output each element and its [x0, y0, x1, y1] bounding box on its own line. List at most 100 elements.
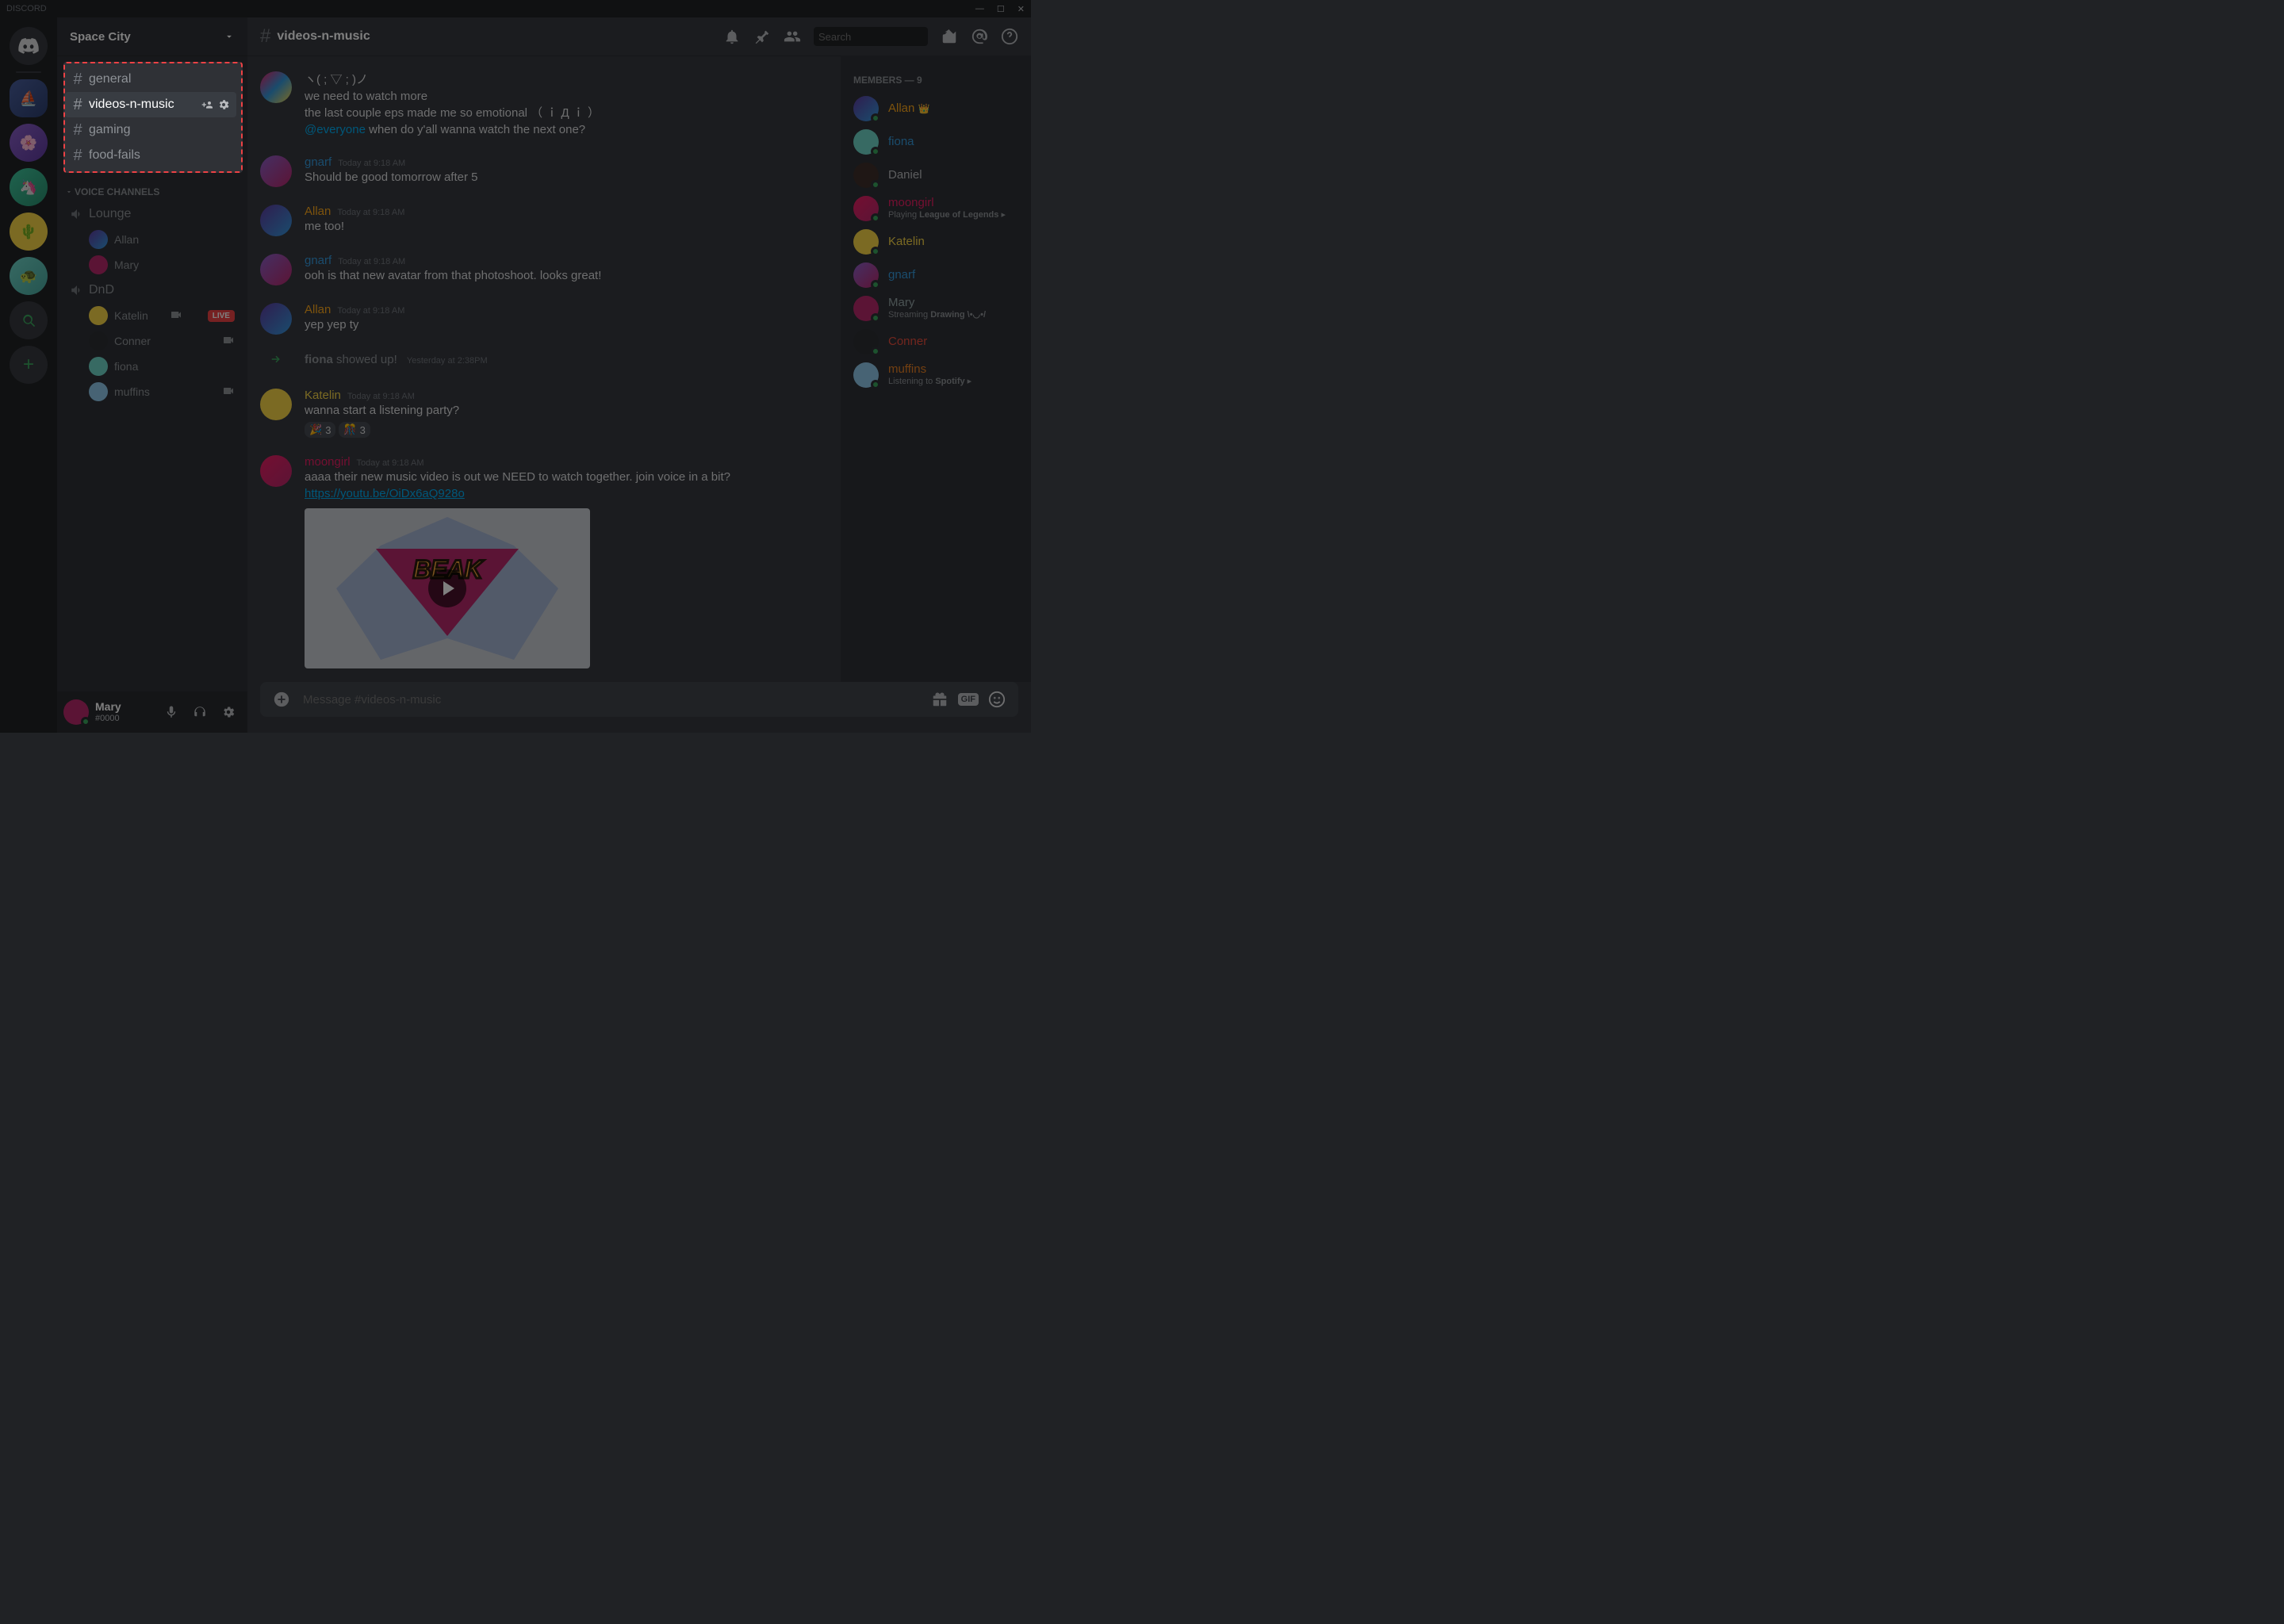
voice-user[interactable]: fiona: [63, 354, 241, 379]
user-settings-button[interactable]: [216, 699, 241, 725]
channel-videos-n-music[interactable]: # videos-n-music: [65, 92, 236, 117]
message-author[interactable]: Allan: [305, 205, 331, 218]
message-input[interactable]: [303, 693, 918, 707]
avatar[interactable]: [260, 303, 292, 335]
maximize-icon[interactable]: ☐: [997, 4, 1005, 14]
play-button-icon[interactable]: [428, 569, 466, 607]
voice-user[interactable]: KatelinLIVE: [63, 303, 241, 328]
channel-gaming[interactable]: # gaming: [65, 117, 236, 143]
server-icon[interactable]: 🌸: [10, 124, 48, 162]
voice-channel-lounge[interactable]: Lounge: [63, 201, 241, 227]
avatar[interactable]: [260, 254, 292, 285]
message-timestamp: Today at 9:18 AM: [347, 392, 415, 401]
gear-icon[interactable]: [217, 98, 230, 111]
search-box[interactable]: [814, 27, 928, 46]
hash-icon: #: [71, 71, 84, 89]
message-text: yep yep ty: [305, 316, 828, 333]
member-item[interactable]: fiona: [847, 125, 1025, 159]
status-online-icon: [871, 147, 880, 156]
server-header[interactable]: Space City: [57, 17, 247, 56]
channel-label: food-fails: [89, 148, 140, 163]
member-item[interactable]: Conner: [847, 325, 1025, 358]
channel-general[interactable]: # general: [65, 67, 236, 92]
status-online-icon: [81, 717, 90, 726]
mute-button[interactable]: [159, 699, 184, 725]
voice-channel-dnd[interactable]: DnD: [63, 278, 241, 303]
message-author[interactable]: Allan: [305, 303, 331, 316]
voice-user-name: Mary: [114, 259, 139, 271]
member-item[interactable]: Mary Streaming Drawing \•◡•/: [847, 292, 1025, 325]
member-name: Katelin: [888, 235, 1018, 249]
voice-user-name: Allan: [114, 233, 139, 246]
invite-icon[interactable]: [201, 98, 214, 111]
add-attachment-icon[interactable]: [273, 691, 290, 708]
message-text: the last couple eps made me so emotional…: [305, 105, 828, 121]
member-item[interactable]: muffins Listening to Spotify ▸: [847, 358, 1025, 392]
home-button[interactable]: [10, 27, 48, 65]
minimize-icon[interactable]: —: [975, 4, 984, 14]
avatar: [89, 306, 108, 325]
live-badge: LIVE: [208, 310, 235, 322]
avatar[interactable]: [260, 71, 292, 103]
help-icon[interactable]: [1001, 28, 1018, 45]
message-link[interactable]: https://youtu.be/OiDx6aQ928o: [305, 487, 465, 500]
server-icon[interactable]: 🦄: [10, 168, 48, 206]
avatar[interactable]: [260, 455, 292, 487]
member-list-icon[interactable]: [784, 28, 801, 45]
member-item[interactable]: Daniel: [847, 159, 1025, 192]
member-item[interactable]: Allan 👑: [847, 92, 1025, 125]
channel-title: videos-n-music: [277, 29, 370, 44]
voice-user[interactable]: Mary: [63, 252, 241, 278]
member-item[interactable]: moongirl Playing League of Legends ▸: [847, 192, 1025, 225]
message-timestamp: Today at 9:18 AM: [357, 458, 424, 468]
channel-food-fails[interactable]: # food-fails: [65, 143, 236, 168]
message-timestamp: Today at 9:18 AM: [338, 257, 405, 266]
inbox-icon[interactable]: [941, 28, 958, 45]
status-online-icon: [871, 313, 880, 323]
mentions-icon[interactable]: [971, 28, 988, 45]
mention[interactable]: @everyone: [305, 123, 366, 136]
voice-user[interactable]: Conner: [63, 328, 241, 354]
voice-category-header[interactable]: VOICE CHANNELS: [63, 182, 247, 201]
reaction[interactable]: 🎊3: [339, 422, 370, 438]
member-name: muffins: [888, 362, 1018, 377]
server-icon[interactable]: 🐢: [10, 257, 48, 295]
message-author[interactable]: gnarf: [305, 155, 331, 169]
explore-servers-button[interactable]: [10, 301, 48, 339]
status-online-icon: [871, 180, 880, 190]
gift-icon[interactable]: [931, 691, 948, 708]
message-author[interactable]: gnarf: [305, 254, 331, 267]
member-name: Mary: [888, 296, 1018, 310]
system-author[interactable]: fiona: [305, 353, 333, 366]
voice-user[interactable]: Allan: [63, 227, 241, 252]
add-server-button[interactable]: +: [10, 346, 48, 384]
chevron-down-icon: [65, 188, 73, 196]
pinned-messages-icon[interactable]: [753, 28, 771, 45]
emoji-icon[interactable]: [988, 691, 1006, 708]
channel-label: gaming: [89, 123, 130, 137]
avatar[interactable]: [260, 205, 292, 236]
message-timestamp: Today at 9:18 AM: [337, 208, 404, 217]
gif-button[interactable]: GIF: [958, 693, 979, 706]
chat-input-container: GIF: [260, 682, 1018, 717]
reaction[interactable]: 🎉3: [305, 422, 335, 438]
voice-user[interactable]: muffins: [63, 379, 241, 404]
message-author[interactable]: Katelin: [305, 389, 341, 402]
avatar: [89, 255, 108, 274]
video-embed[interactable]: BEAK: [305, 508, 590, 668]
server-icon[interactable]: 🌵: [10, 213, 48, 251]
deafen-button[interactable]: [187, 699, 213, 725]
member-item[interactable]: gnarf: [847, 259, 1025, 292]
notifications-icon[interactable]: [723, 28, 741, 45]
titlebar: DISCORD — ☐ ✕: [0, 0, 1031, 17]
voice-user-name: Conner: [114, 335, 151, 347]
server-space-city[interactable]: ⛵: [10, 79, 48, 117]
app-title: DISCORD: [6, 4, 47, 13]
message-author[interactable]: moongirl: [305, 455, 351, 469]
hash-icon: #: [71, 121, 84, 140]
avatar[interactable]: [260, 155, 292, 187]
member-item[interactable]: Katelin: [847, 225, 1025, 259]
close-icon[interactable]: ✕: [1017, 4, 1025, 14]
search-input[interactable]: [818, 31, 958, 43]
avatar[interactable]: [260, 389, 292, 420]
